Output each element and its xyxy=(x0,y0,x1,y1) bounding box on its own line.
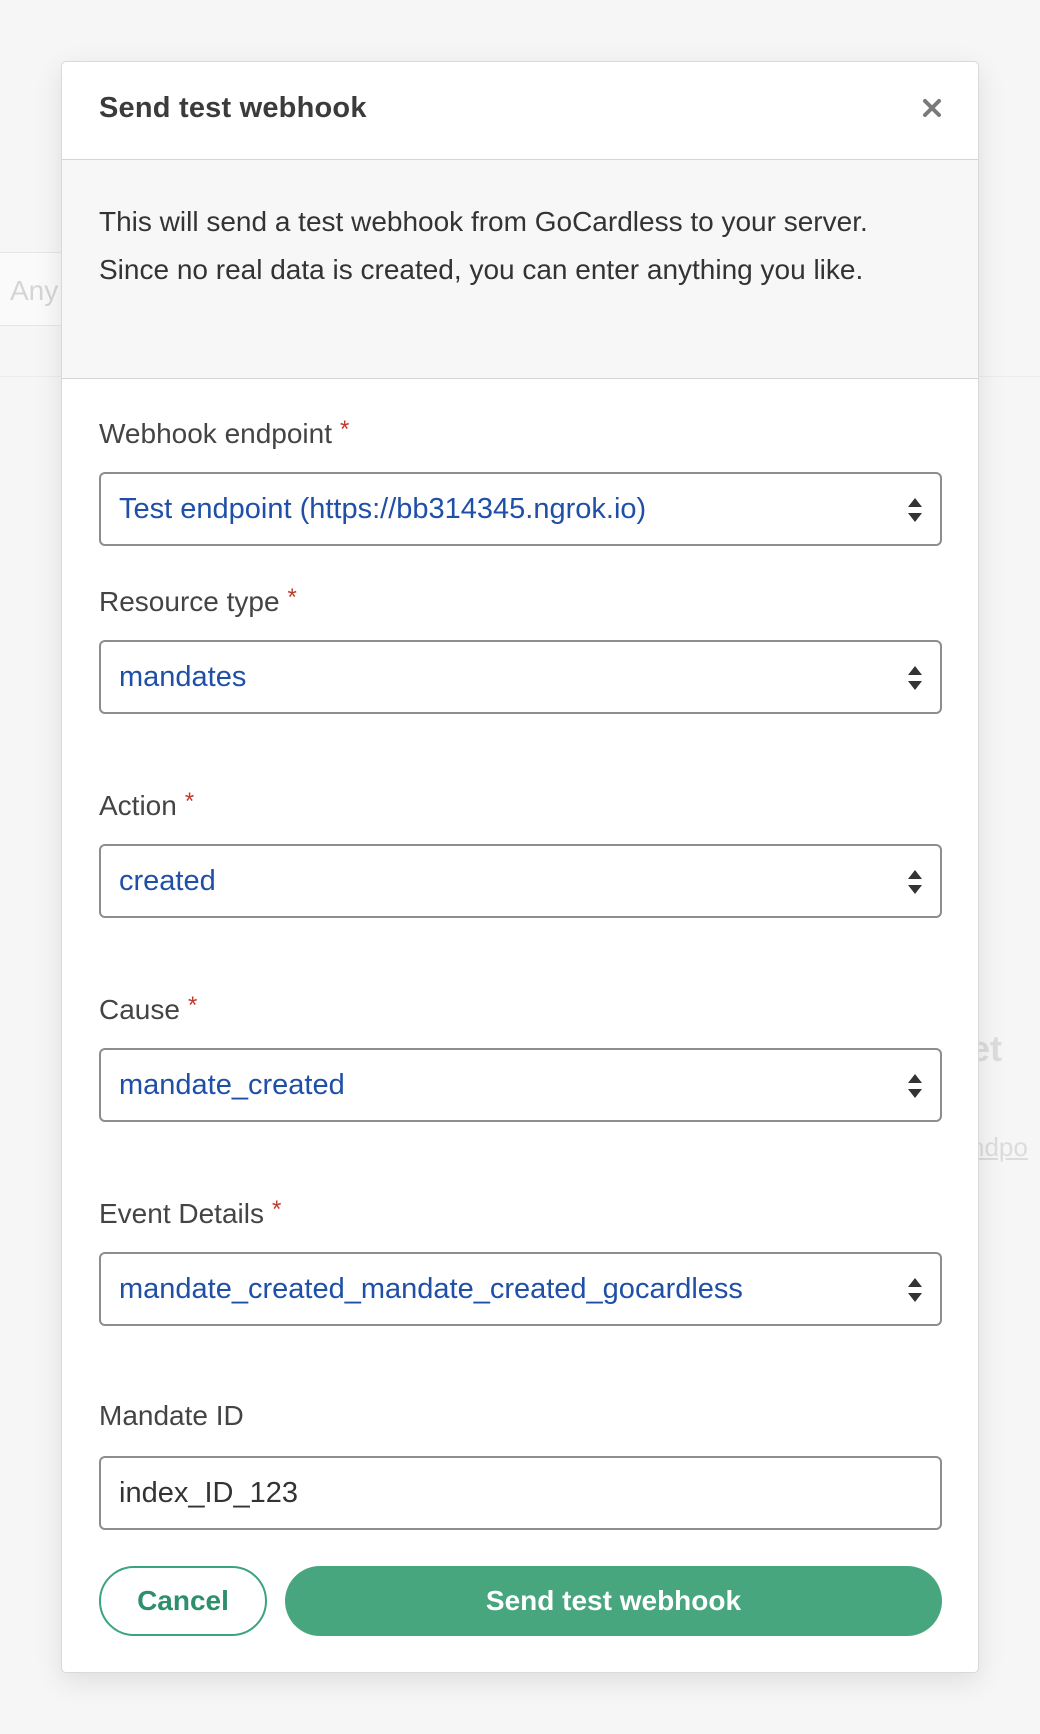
sort-arrows-icon xyxy=(908,498,922,522)
close-icon xyxy=(923,99,941,117)
sort-arrows-icon xyxy=(908,870,922,894)
send-test-webhook-button[interactable]: Send test webhook xyxy=(285,1566,942,1636)
modal-header: Send test webhook xyxy=(62,62,978,160)
action-label-text: Action xyxy=(99,790,177,821)
cause-value: mandate_created xyxy=(119,1069,345,1101)
mandate-id-label-text: Mandate ID xyxy=(99,1400,244,1431)
background-search-input: Any xyxy=(0,252,70,326)
cause-label-text: Cause xyxy=(99,994,180,1025)
sort-arrows-icon xyxy=(908,666,922,690)
webhook-endpoint-value: Test endpoint (https://bb314345.ngrok.io… xyxy=(119,493,647,525)
close-button[interactable] xyxy=(914,90,950,126)
background-input-hint: Any xyxy=(10,275,59,306)
cause-label: Cause * xyxy=(99,992,197,1026)
sort-arrows-icon xyxy=(908,1074,922,1098)
action-select[interactable]: created xyxy=(99,844,942,918)
required-marker: * xyxy=(184,788,195,815)
send-test-webhook-modal: Send test webhook This will send a test … xyxy=(61,61,979,1673)
modal-intro-text: This will send a test webhook from GoCar… xyxy=(62,160,978,379)
webhook-endpoint-label: Webhook endpoint * xyxy=(99,416,349,450)
resource-type-select[interactable]: mandates xyxy=(99,640,942,714)
action-value: created xyxy=(119,865,216,897)
event-details-label-text: Event Details xyxy=(99,1198,264,1229)
cause-select[interactable]: mandate_created xyxy=(99,1048,942,1122)
cancel-button[interactable]: Cancel xyxy=(99,1566,267,1636)
event-details-select[interactable]: mandate_created_mandate_created_gocardle… xyxy=(99,1252,942,1326)
required-marker: * xyxy=(187,992,198,1019)
sort-arrows-icon xyxy=(908,1278,922,1302)
mandate-id-input[interactable] xyxy=(99,1456,942,1530)
mandate-id-label: Mandate ID xyxy=(99,1400,244,1432)
webhook-endpoint-label-text: Webhook endpoint xyxy=(99,418,332,449)
resource-type-label: Resource type * xyxy=(99,584,297,618)
resource-type-label-text: Resource type xyxy=(99,586,280,617)
action-label: Action * xyxy=(99,788,194,822)
required-marker: * xyxy=(287,584,297,611)
event-details-value: mandate_created_mandate_created_gocardle… xyxy=(119,1273,743,1305)
modal-title: Send test webhook xyxy=(99,92,367,124)
event-details-label: Event Details * xyxy=(99,1196,281,1230)
webhook-endpoint-select[interactable]: Test endpoint (https://bb314345.ngrok.io… xyxy=(99,472,942,546)
required-marker: * xyxy=(340,416,350,443)
resource-type-value: mandates xyxy=(119,661,247,693)
required-marker: * xyxy=(271,1196,282,1223)
